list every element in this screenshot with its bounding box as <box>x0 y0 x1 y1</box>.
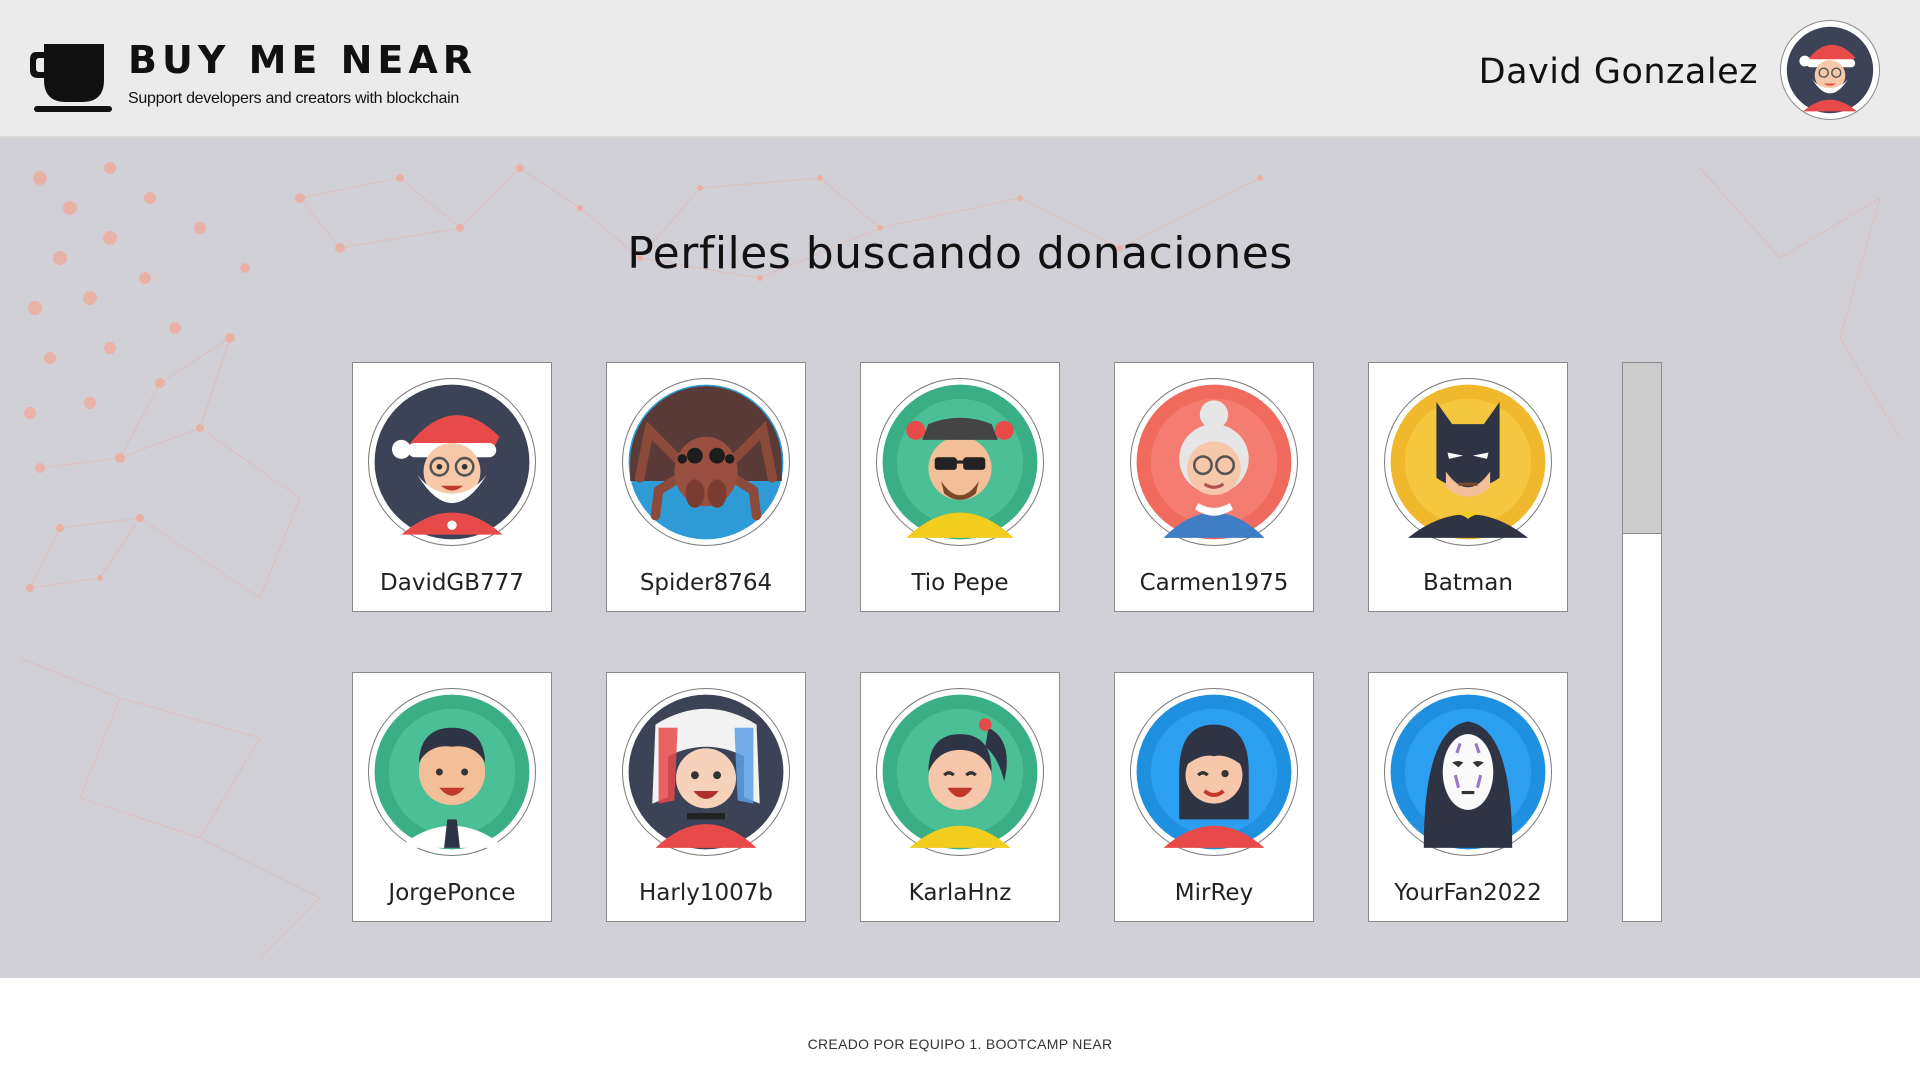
user-name[interactable]: David Gonzalez <box>1479 52 1758 92</box>
profile-avatar[interactable] <box>876 688 1044 856</box>
profiles-scrollbar[interactable] <box>1622 362 1662 922</box>
harley-avatar-icon <box>628 694 784 850</box>
profile-name[interactable]: Carmen1975 <box>1115 570 1313 596</box>
profile-card[interactable]: JorgePonce <box>352 672 552 922</box>
profile-name[interactable]: KarlaHnz <box>861 880 1059 906</box>
user-avatar[interactable] <box>1780 20 1880 120</box>
winking-woman-avatar-icon <box>1136 694 1292 850</box>
profile-card[interactable]: YourFan2022 <box>1368 672 1568 922</box>
santa-avatar-icon <box>374 384 530 540</box>
profile-avatar[interactable] <box>622 688 790 856</box>
page-title: Perfiles buscando donaciones <box>627 228 1293 279</box>
profile-name[interactable]: Batman <box>1369 570 1567 596</box>
profile-card[interactable]: Harly1007b <box>606 672 806 922</box>
santa-avatar-icon <box>1786 26 1874 114</box>
heisenberg-avatar-icon <box>882 384 1038 540</box>
scrollbar-thumb[interactable] <box>1623 363 1661 534</box>
profile-card[interactable]: Spider8764 <box>606 362 806 612</box>
coffee-cup-icon[interactable] <box>30 40 120 120</box>
girl-ponytail-avatar-icon <box>882 694 1038 850</box>
brand-tagline: Support developers and creators with blo… <box>128 90 459 107</box>
profile-avatar[interactable] <box>1130 378 1298 546</box>
profile-avatar[interactable] <box>368 378 536 546</box>
profile-avatar[interactable] <box>1384 688 1552 856</box>
profile-card[interactable]: Carmen1975 <box>1114 362 1314 612</box>
noface-avatar-icon <box>1390 694 1546 850</box>
profile-card[interactable]: MirRey <box>1114 672 1314 922</box>
profile-avatar[interactable] <box>1384 378 1552 546</box>
profile-name[interactable]: YourFan2022 <box>1369 880 1567 906</box>
app-header: BUY ME NEAR Support developers and creat… <box>0 0 1920 138</box>
profile-card[interactable]: DavidGB777 <box>352 362 552 612</box>
profile-avatar[interactable] <box>622 378 790 546</box>
profile-name[interactable]: Harly1007b <box>607 880 805 906</box>
profile-name[interactable]: JorgePonce <box>353 880 551 906</box>
footer-credits: CREADO POR EQUIPO 1. BOOTCAMP NEAR <box>807 1036 1113 1052</box>
profile-name[interactable]: Spider8764 <box>607 570 805 596</box>
batman-avatar-icon <box>1390 384 1546 540</box>
profile-name[interactable]: DavidGB777 <box>353 570 551 596</box>
grandma-avatar-icon <box>1136 384 1292 540</box>
profiles-section: Perfiles buscando donaciones DavidGB777 … <box>0 138 1920 978</box>
profiles-grid: DavidGB777 Spider8764 Tio Pepe Carmen197… <box>352 362 1572 922</box>
profile-avatar[interactable] <box>1130 688 1298 856</box>
profile-name[interactable]: MirRey <box>1115 880 1313 906</box>
businessman-avatar-icon <box>374 694 530 850</box>
profile-card[interactable]: Batman <box>1368 362 1568 612</box>
profile-avatar[interactable] <box>876 378 1044 546</box>
spider-avatar-icon <box>628 384 784 540</box>
profile-card[interactable]: KarlaHnz <box>860 672 1060 922</box>
brand-title[interactable]: BUY ME NEAR <box>128 38 477 82</box>
profile-card[interactable]: Tio Pepe <box>860 362 1060 612</box>
profile-avatar[interactable] <box>368 688 536 856</box>
profile-name[interactable]: Tio Pepe <box>861 570 1059 596</box>
